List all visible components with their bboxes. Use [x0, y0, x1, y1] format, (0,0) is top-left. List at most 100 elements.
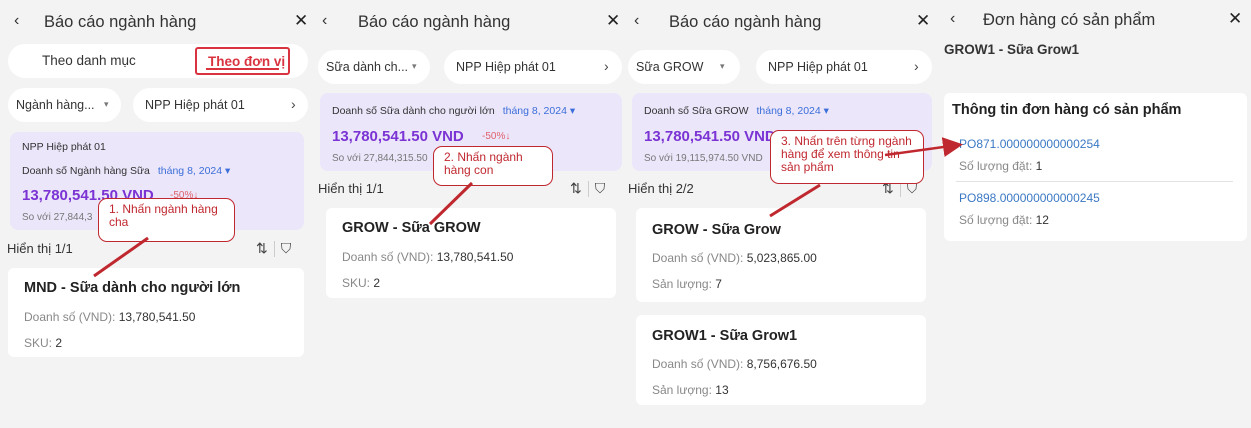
card-sales-label: Doanh số (VND):: [652, 357, 744, 371]
card-sales-value: 5,023,865.00: [746, 251, 817, 265]
card-sales-value: 13,780,541.50: [118, 310, 196, 324]
caret-down-icon: ▾: [412, 61, 417, 71]
card-title: MND - Sữa dành cho người lớn: [24, 280, 241, 296]
chevron-down-icon: ▾: [823, 105, 829, 117]
card-sku-label: SKU:: [342, 276, 371, 290]
month-selector[interactable]: tháng 8, 2024 ▾: [756, 105, 828, 117]
divider: [273, 241, 275, 258]
card-qty: Sản lượng: 13: [652, 383, 729, 397]
card-qty-label: Sản lượng:: [652, 383, 712, 397]
month-selector-label: tháng 8, 2024: [502, 105, 567, 117]
order-qty-label: Số lượng đặt:: [959, 159, 1033, 173]
category-filter-label: Sữa GROW: [636, 60, 704, 74]
back-icon[interactable]: ‹: [322, 12, 327, 30]
card-title: GROW - Sữa GROW: [342, 220, 481, 236]
summary-label: Doanh số Sữa dành cho người lớn tháng 8, …: [332, 105, 575, 117]
card-sales-label: Doanh số (VND):: [652, 251, 744, 265]
page-title: Báo cáo ngành hàng: [358, 13, 511, 31]
category-card[interactable]: MND - Sữa dành cho người lớn Doanh số (V…: [8, 268, 304, 357]
header: ‹ Đơn hàng có sản phẩm ✕: [936, 0, 1251, 44]
chevron-right-icon: ›: [604, 58, 609, 74]
category-filter[interactable]: Sữa dành ch... ▾: [318, 50, 430, 84]
distributor-filter-label: NPP Hiệp phát 01: [145, 98, 245, 112]
card-title: GROW1 - Sữa Grow1: [652, 328, 798, 344]
category-filter-label: Ngành hàng...: [16, 98, 95, 112]
back-icon[interactable]: ‹: [14, 12, 19, 30]
annotation-step-3: 3. Nhấn trên từng ngành hàng để xem thôn…: [770, 130, 924, 184]
card-sales-label: Doanh số (VND):: [342, 250, 434, 264]
header: ‹ Báo cáo ngành hàng ✕: [0, 0, 316, 44]
card-sales: Doanh số (VND): 13,780,541.50: [24, 310, 195, 324]
sort-icon[interactable]: ⇅: [256, 240, 268, 256]
summary-compare: So với 27,844,315.50: [332, 153, 428, 164]
card-qty: Sản lượng: 7: [652, 277, 722, 291]
order-qty: Số lượng đặt: 12: [959, 213, 1049, 227]
distributor-filter[interactable]: NPP Hiệp phát 01 ›: [444, 50, 622, 84]
header: ‹ Báo cáo ngành hàng ✕: [626, 0, 936, 44]
summary-change: -50%↓: [482, 131, 511, 142]
tab-by-category[interactable]: Theo danh mục: [42, 53, 136, 68]
close-icon[interactable]: ✕: [294, 11, 308, 31]
tab-by-unit-label: Theo đơn vị: [208, 54, 286, 69]
product-subtitle: GROW1 - Sữa Grow1: [944, 42, 1080, 57]
chevron-right-icon: ›: [914, 58, 919, 74]
order-link[interactable]: PO871.000000000000254: [959, 137, 1100, 151]
category-filter[interactable]: Sữa GROW ▾: [628, 50, 740, 84]
distributor-filter[interactable]: NPP Hiệp phát 01 ›: [133, 88, 308, 122]
product-card[interactable]: GROW - Sữa Grow Doanh số (VND): 5,023,86…: [636, 208, 926, 302]
card-sku-label: SKU:: [24, 336, 53, 350]
summary-distributor: NPP Hiệp phát 01: [22, 141, 106, 153]
summary-label: Doanh số Sữa GROW tháng 8, 2024 ▾: [644, 105, 829, 117]
order-info-card: Thông tin đơn hàng có sản phẩm PO871.000…: [944, 93, 1247, 241]
annotation-step-1: 1. Nhấn ngành hàng cha: [98, 198, 235, 242]
card-sku: SKU: 2: [24, 336, 62, 350]
sort-icon[interactable]: ⇅: [570, 180, 582, 196]
product-card[interactable]: GROW1 - Sữa Grow1 Doanh số (VND): 8,756,…: [636, 315, 926, 405]
panel-category-report-products: ‹ Báo cáo ngành hàng ✕ Sữa GROW ▾ NPP Hi…: [626, 0, 936, 428]
card-sku-value: 2: [55, 336, 63, 350]
distributor-filter[interactable]: NPP Hiệp phát 01 ›: [756, 50, 932, 84]
back-icon[interactable]: ‹: [634, 12, 639, 30]
tab-by-unit[interactable]: Theo đơn vị: [195, 47, 290, 75]
month-selector-label: tháng 8, 2024: [157, 165, 223, 177]
card-qty-label: Sản lượng:: [652, 277, 712, 291]
card-sales: Doanh số (VND): 8,756,676.50: [652, 357, 817, 371]
summary-label-text: Doanh số Sữa GROW: [644, 105, 749, 117]
month-selector-label: tháng 8, 2024: [756, 105, 821, 117]
close-icon[interactable]: ✕: [1228, 9, 1242, 29]
header: ‹ Báo cáo ngành hàng ✕: [316, 0, 626, 44]
distributor-filter-label: NPP Hiệp phát 01: [456, 60, 556, 74]
order-link[interactable]: PO898.000000000000245: [959, 191, 1100, 205]
close-icon[interactable]: ✕: [606, 11, 620, 31]
month-selector[interactable]: tháng 8, 2024 ▾: [158, 165, 230, 177]
caret-down-icon: ▾: [720, 61, 725, 71]
page-title: Đơn hàng có sản phẩm: [983, 11, 1156, 29]
order-qty-value: 12: [1035, 213, 1049, 227]
category-card[interactable]: GROW - Sữa GROW Doanh số (VND): 13,780,5…: [326, 208, 616, 298]
divider: [956, 181, 1233, 182]
filter-icon[interactable]: ⛉: [281, 240, 292, 256]
page-title: Báo cáo ngành hàng: [669, 13, 822, 31]
card-sku: SKU: 2: [342, 276, 380, 290]
annotation-step-2: 2. Nhấn ngành hàng con: [433, 146, 553, 186]
card-sku-value: 2: [373, 276, 381, 290]
card-qty-value: 13: [715, 383, 729, 397]
result-count: Hiển thị 1/1: [318, 181, 384, 196]
card-sales: Doanh số (VND): 13,780,541.50: [342, 250, 513, 264]
category-filter[interactable]: Ngành hàng... ▾: [8, 88, 121, 122]
view-toggle: Theo danh mục Theo đơn vị: [8, 44, 308, 78]
card-sales-value: 13,780,541.50: [436, 250, 514, 264]
result-count: Hiển thị 2/2: [628, 181, 694, 196]
divider: [587, 181, 589, 198]
month-selector[interactable]: tháng 8, 2024 ▾: [503, 105, 575, 117]
caret-down-icon: ▾: [104, 99, 109, 109]
filter-icon[interactable]: ⛉: [595, 180, 606, 196]
order-card-title: Thông tin đơn hàng có sản phẩm: [952, 102, 1182, 118]
summary-amount: 13,780,541.50 VND: [332, 128, 464, 145]
card-sales: Doanh số (VND): 5,023,865.00: [652, 251, 817, 265]
back-icon[interactable]: ‹: [950, 10, 955, 28]
close-icon[interactable]: ✕: [916, 11, 930, 31]
list-tools: ⇅ ⛉: [570, 180, 606, 198]
summary-compare: So với 19,115,974.50 VND: [644, 153, 763, 164]
chevron-down-icon: ▾: [225, 165, 231, 177]
